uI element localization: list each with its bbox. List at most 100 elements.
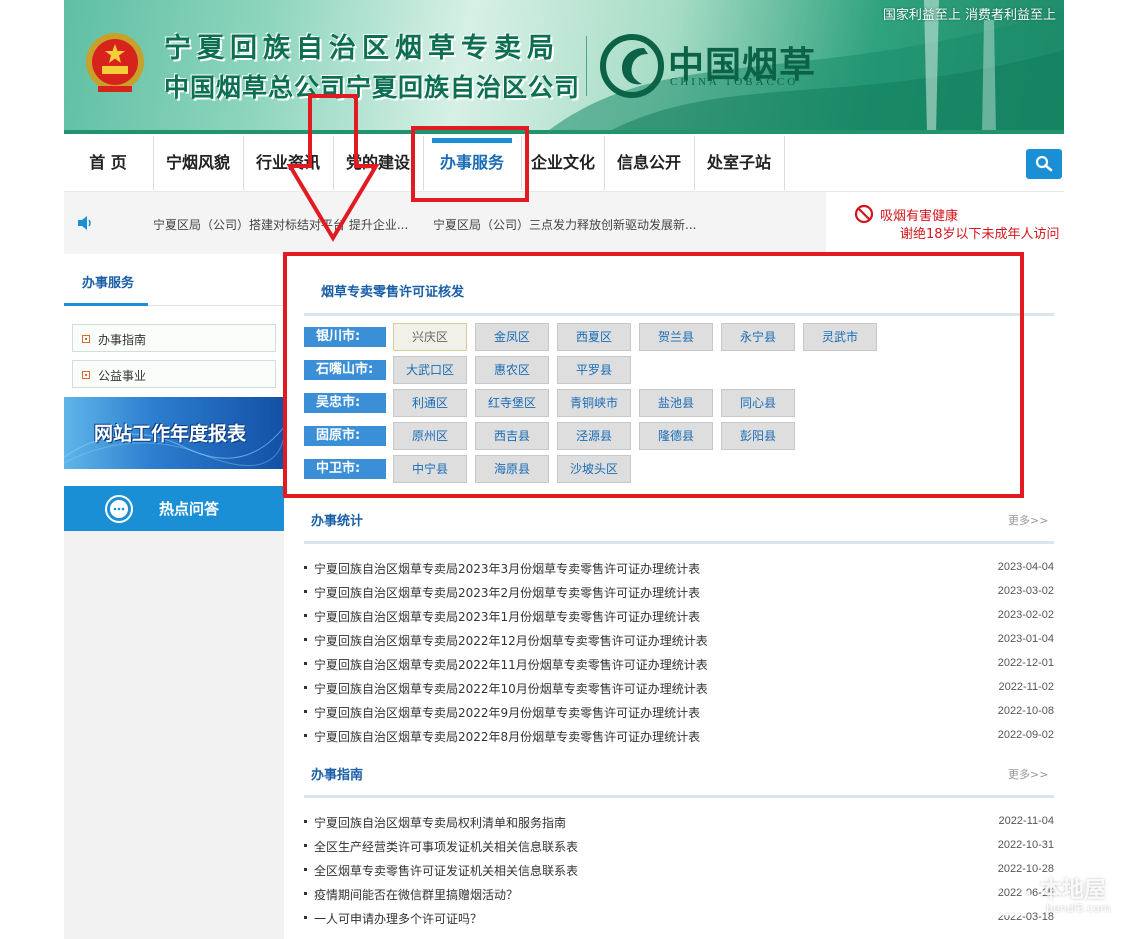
sidebar-item-guide[interactable]: 办事指南: [72, 324, 276, 352]
bullet-icon: [304, 590, 307, 593]
annotation-box-license: [283, 252, 1024, 498]
list-item[interactable]: 宁夏回族自治区烟草专卖局2022年11月份烟草专卖零售许可证办理统计表 2022-…: [304, 652, 1054, 676]
bullet-icon: [304, 638, 307, 641]
annotation-box-nav: [411, 126, 529, 202]
warning-text: 吸烟有害健康: [880, 209, 959, 224]
header-banner: 宁夏回族自治区烟草专卖局 中国烟草总公司宁夏回族自治区公司 中国烟草 CHINA…: [64, 0, 1064, 134]
bullet-icon: [304, 614, 307, 617]
list-item[interactable]: 宁夏回族自治区烟草专卖局2023年2月份烟草专卖零售许可证办理统计表 2023-0…: [304, 580, 1054, 604]
list-item-date: 2022-10-08: [997, 705, 1054, 717]
list-item-date: 2022-11-04: [998, 815, 1054, 827]
sidebar-header: 办事服务: [64, 262, 284, 306]
list-item-date: 2023-02-02: [997, 609, 1054, 621]
bullet-icon: [304, 916, 307, 919]
list-item[interactable]: 宁夏回族自治区烟草专卖局2022年10月份烟草专卖零售许可证办理统计表 2022-…: [304, 676, 1054, 700]
news-ticker-item[interactable]: 宁夏区局（公司）三点发力释放创新驱动发展新...: [433, 216, 696, 233]
nav-item-ningyan[interactable]: 宁烟风貌: [154, 134, 242, 192]
bullet-icon: [304, 892, 307, 895]
list-item[interactable]: 全区生产经营类许可事项发证机关相关信息联系表 2022-10-31: [304, 834, 1054, 858]
list-item-date: 2023-01-04: [997, 633, 1054, 645]
list-item-title: 宁夏回族自治区烟草专卖局权利清单和服务指南: [314, 816, 567, 830]
list-item-title: 宁夏回族自治区烟草专卖局2023年2月份烟草专卖零售许可证办理统计表: [314, 586, 701, 600]
no-smoking-icon: [854, 204, 874, 224]
brand-name-en: CHINA TOBACCO: [670, 76, 799, 88]
list-item-title: 全区生产经营类许可事项发证机关相关信息联系表: [314, 840, 579, 854]
list-item[interactable]: 一人可申请办理多个许可证吗？ 2022-03-18: [304, 906, 1054, 930]
site-title: 宁夏回族自治区烟草专卖局: [164, 33, 560, 64]
list-item-title: 疫情期间能否在微信群里搞赠烟活动？: [314, 888, 519, 902]
sidebar-item-welfare[interactable]: 公益事业: [72, 360, 276, 388]
list-item-title: 宁夏回族自治区烟草专卖局2022年11月份烟草专卖零售许可证办理统计表: [314, 658, 708, 672]
list-item-title: 宁夏回族自治区烟草专卖局2022年8月份烟草专卖零售许可证办理统计表: [314, 730, 701, 744]
hot-qa-button[interactable]: 热点问答: [64, 486, 284, 531]
list-item[interactable]: 宁夏回族自治区烟草专卖局2023年1月份烟草专卖零售许可证办理统计表 2023-0…: [304, 604, 1054, 628]
list-item[interactable]: 全区烟草专卖零售许可证发证机关相关信息联系表 2022-10-28: [304, 858, 1054, 882]
list-item[interactable]: 宁夏回族自治区烟草专卖局2022年9月份烟草专卖零售许可证办理统计表 2022-1…: [304, 700, 1054, 724]
list-item-title: 宁夏回族自治区烟草专卖局2023年3月份烟草专卖零售许可证办理统计表: [314, 562, 701, 576]
section-underline: [304, 541, 1054, 544]
search-icon: [1035, 155, 1053, 172]
house-icon: [988, 875, 1032, 916]
bullet-icon: [304, 662, 307, 665]
nav-item-disclosure[interactable]: 信息公开: [605, 134, 693, 192]
sidebar-background: [64, 531, 284, 939]
list-item-date: 2022-09-02: [997, 729, 1054, 741]
list-item-title: 宁夏回族自治区烟草专卖局2022年12月份烟草专卖零售许可证办理统计表: [314, 634, 708, 648]
stats-more-link[interactable]: 更多>>: [1008, 512, 1048, 528]
main-nav: 首 页 宁烟风貌 行业资讯 党的建设 办事服务 企业文化 信息公开 处室子站: [64, 134, 1064, 192]
sidebar-item-label: 公益事业: [98, 369, 147, 383]
list-item-title: 宁夏回族自治区烟草专卖局2023年1月份烟草专卖零售许可证办理统计表: [314, 610, 701, 624]
sidebar-title-underline: [64, 303, 148, 306]
watermark-text: 本地屋: [1040, 878, 1107, 903]
list-item[interactable]: 宁夏回族自治区烟草专卖局权利清单和服务指南 2022-11-04: [304, 810, 1054, 834]
sidebar-item-label: 办事指南: [98, 333, 147, 347]
list-item-title: 宁夏回族自治区烟草专卖局2022年10月份烟草专卖零售许可证办理统计表: [314, 682, 708, 696]
hot-qa-label: 热点问答: [159, 500, 220, 518]
list-item-date: 2022-11-02: [998, 681, 1054, 693]
banner-text: 网站工作年度报表: [94, 423, 247, 445]
site-watermark: 本地屋 bendi5.com: [980, 870, 1130, 920]
list-item-date: 2023-03-02: [997, 585, 1054, 597]
banner-divider: [586, 36, 587, 96]
notice-bar: 宁夏区局（公司）搭建对标结对平台 提升企业... 宁夏区局（公司）三点发力释放创…: [64, 192, 1064, 254]
section-underline: [304, 795, 1054, 798]
national-emblem-icon: [86, 33, 144, 92]
list-item-title: 全区烟草专卖零售许可证发证机关相关信息联系表: [314, 864, 579, 878]
search-button[interactable]: [1026, 149, 1062, 179]
annual-report-banner[interactable]: 网站工作年度报表: [64, 397, 284, 469]
bullet-icon: [304, 566, 307, 569]
list-item[interactable]: 宁夏回族自治区烟草专卖局2023年3月份烟草专卖零售许可证办理统计表 2023-0…: [304, 556, 1054, 580]
bullet-icon: [304, 820, 307, 823]
guide-more-link[interactable]: 更多>>: [1008, 766, 1048, 782]
watermark-url: bendi5.com: [1046, 902, 1111, 915]
list-item-title: 一人可申请办理多个许可证吗？: [314, 912, 483, 926]
list-item[interactable]: 宁夏回族自治区烟草专卖局2022年8月份烟草专卖零售许可证办理统计表 2022-0…: [304, 724, 1054, 748]
bullet-icon: [304, 844, 307, 847]
annotation-arrow-icon: [286, 94, 380, 242]
list-item[interactable]: 疫情期间能否在微信群里搞赠烟活动？ 2022-06-15: [304, 882, 1054, 906]
health-warning: 吸烟有害健康 谢绝18岁以下未成年人访问: [826, 192, 1064, 254]
china-tobacco-logo-icon: [600, 34, 664, 98]
speaker-icon: [78, 216, 91, 230]
sidebar-title: 办事服务: [82, 276, 135, 291]
nav-item-home[interactable]: 首 页: [64, 134, 152, 192]
nav-item-culture[interactable]: 企业文化: [522, 134, 604, 192]
minor-warning-text: 谢绝18岁以下未成年人访问: [900, 227, 1060, 242]
nav-item-substations[interactable]: 处室子站: [695, 134, 783, 192]
stats-section-title: 办事统计: [311, 514, 364, 529]
bullet-icon: [304, 710, 307, 713]
bullet-icon: [304, 734, 307, 737]
guide-section-title: 办事指南: [311, 768, 364, 783]
bullet-icon: [82, 371, 90, 379]
bullet-icon: [82, 335, 90, 343]
list-item-date: 2022-12-01: [997, 657, 1054, 669]
bullet-icon: [304, 686, 307, 689]
chat-bubble-icon: [105, 495, 133, 523]
list-item[interactable]: 宁夏回族自治区烟草专卖局2022年12月份烟草专卖零售许可证办理统计表 2023-…: [304, 628, 1054, 652]
bullet-icon: [304, 868, 307, 871]
nav-separator: [784, 136, 785, 190]
list-item-title: 宁夏回族自治区烟草专卖局2022年9月份烟草专卖零售许可证办理统计表: [314, 706, 701, 720]
slogan: 国家利益至上 消费者利益至上: [882, 8, 1056, 23]
list-item-date: 2022-10-31: [997, 839, 1054, 851]
list-item-date: 2023-04-04: [997, 561, 1054, 573]
